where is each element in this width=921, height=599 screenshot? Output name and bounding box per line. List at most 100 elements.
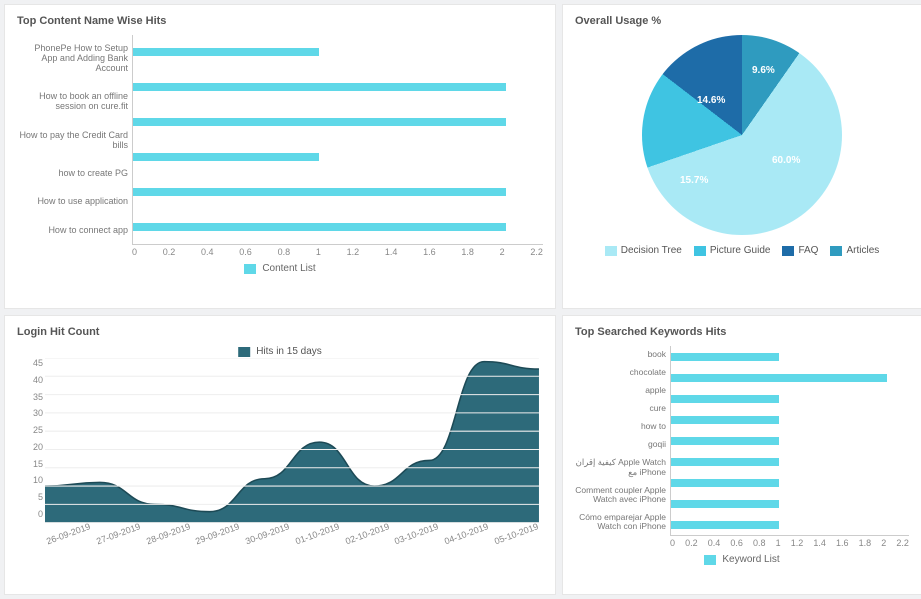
login-hit-legend: Hits in 15 days (238, 346, 322, 357)
bar-category-label: goqii (575, 440, 670, 449)
legend-swatch (830, 246, 842, 256)
x-tick: 1 (776, 538, 781, 548)
x-tick: 0 (670, 538, 675, 548)
bar (671, 437, 779, 445)
y-tick: 5 (17, 492, 43, 502)
x-tick: 0.8 (753, 538, 766, 548)
bar-category-label: How to book an offline session on cure.f… (17, 92, 132, 112)
x-tick: 2 (500, 247, 505, 257)
x-tick: 0.4 (201, 247, 214, 257)
card-top-content: Top Content Name Wise Hits PhonePe How t… (4, 4, 556, 309)
x-tick: 02-10-2019 (344, 521, 391, 546)
pie-legend-label: Articles (846, 245, 879, 256)
bar-category-label: How to use application (17, 197, 132, 207)
card-overall-usage: Overall Usage % 60.0% 15.7% 14.6% 9.6% Deci… (562, 4, 921, 309)
bar (671, 395, 779, 403)
legend-swatch (605, 246, 617, 256)
x-tick: 27-09-2019 (95, 521, 142, 546)
pie-legend-item: Picture Guide (694, 245, 771, 256)
bar-category-label: كيفية إقران Apple Watch مع iPhone (575, 458, 670, 477)
x-tick: 26-09-2019 (45, 521, 92, 546)
bar (133, 153, 319, 161)
legend-swatch (244, 264, 256, 274)
x-tick: 1.8 (859, 538, 872, 548)
x-tick: 1.6 (423, 247, 436, 257)
pie-legend-item: Decision Tree (605, 245, 682, 256)
legend-swatch (238, 347, 250, 357)
x-tick: 1.2 (347, 247, 360, 257)
bar-category-label: how to (575, 422, 670, 431)
card-login-hit: Login Hit Count Hits in 15 days 45403530… (4, 315, 556, 595)
pie-slice-label: 9.6% (752, 65, 775, 76)
bar-category-label: apple (575, 386, 670, 395)
login-hit-title: Login Hit Count (17, 326, 543, 338)
x-tick: 2 (881, 538, 886, 548)
legend-swatch (694, 246, 706, 256)
bar (671, 458, 779, 466)
legend-swatch (704, 555, 716, 565)
pie-legend-label: FAQ (798, 245, 818, 256)
bar-category-label: book (575, 350, 670, 359)
pie-slice-label: 60.0% (772, 155, 800, 166)
x-tick: 0.6 (239, 247, 252, 257)
x-tick: 1.2 (791, 538, 804, 548)
x-tick: 0 (132, 247, 137, 257)
x-tick: 0.2 (163, 247, 176, 257)
pie-legend-item: FAQ (782, 245, 818, 256)
top-content-legend-label: Content List (262, 263, 315, 274)
y-tick: 0 (17, 509, 43, 519)
x-tick: 1.4 (385, 247, 398, 257)
keywords-title: Top Searched Keywords Hits (575, 326, 909, 338)
y-tick: 25 (17, 425, 43, 435)
y-tick: 30 (17, 408, 43, 418)
bar-category-label: Comment coupler Apple Watch avec iPhone (575, 486, 670, 505)
x-tick: 1.6 (836, 538, 849, 548)
x-tick: 04-10-2019 (443, 521, 490, 546)
overall-usage-legend: Decision Tree Picture Guide FAQ Articles (575, 245, 909, 256)
x-tick: 28-09-2019 (145, 521, 192, 546)
overall-usage-title: Overall Usage % (575, 15, 909, 27)
pie-slice-label: 14.6% (697, 95, 725, 106)
x-tick: 1.4 (813, 538, 826, 548)
top-content-title: Top Content Name Wise Hits (17, 15, 543, 27)
x-tick: 03-10-2019 (393, 521, 440, 546)
top-content-legend: Content List (17, 263, 543, 274)
bar (133, 83, 506, 91)
pie-legend-label: Decision Tree (621, 245, 682, 256)
bar (133, 223, 506, 231)
y-tick: 40 (17, 375, 43, 385)
login-hit-legend-label: Hits in 15 days (256, 346, 322, 357)
bar-category-label: chocolate (575, 368, 670, 377)
pie-legend-item: Articles (830, 245, 879, 256)
bar (671, 353, 779, 361)
bar (133, 118, 506, 126)
y-tick: 15 (17, 459, 43, 469)
keywords-chart: book chocolate apple cure how to goqii كيفية إ… (575, 346, 909, 565)
overall-usage-pie: 60.0% 15.7% 14.6% 9.6% (642, 35, 842, 235)
pie-slice-label: 15.7% (680, 175, 708, 186)
x-tick: 0.2 (685, 538, 698, 548)
bar-category-label: cure (575, 404, 670, 413)
x-tick: 2.2 (530, 247, 543, 257)
bar (671, 374, 887, 382)
bar-category-label: Cómo emparejar Apple Watch con iPhone (575, 513, 670, 532)
login-hit-chart: Hits in 15 days 454035302520151050 26-09… (17, 346, 543, 541)
x-tick: 0.4 (708, 538, 721, 548)
bar (671, 521, 779, 529)
keywords-legend-label: Keyword List (722, 554, 779, 565)
bar-category-label: How to pay the Credit Card bills (17, 131, 132, 151)
bar (671, 500, 779, 508)
login-hit-area-svg (45, 358, 539, 523)
card-keywords: Top Searched Keywords Hits book chocolate… (562, 315, 921, 595)
x-tick: 2.2 (896, 538, 909, 548)
x-tick: 0.6 (730, 538, 743, 548)
x-tick: 1 (316, 247, 321, 257)
x-tick: 05-10-2019 (493, 521, 540, 546)
x-tick: 1.8 (461, 247, 474, 257)
keywords-legend: Keyword List (575, 554, 909, 565)
x-tick: 01-10-2019 (294, 521, 341, 546)
y-tick: 45 (17, 358, 43, 368)
x-tick: 30-09-2019 (244, 521, 291, 546)
y-tick: 20 (17, 442, 43, 452)
bar (671, 479, 779, 487)
